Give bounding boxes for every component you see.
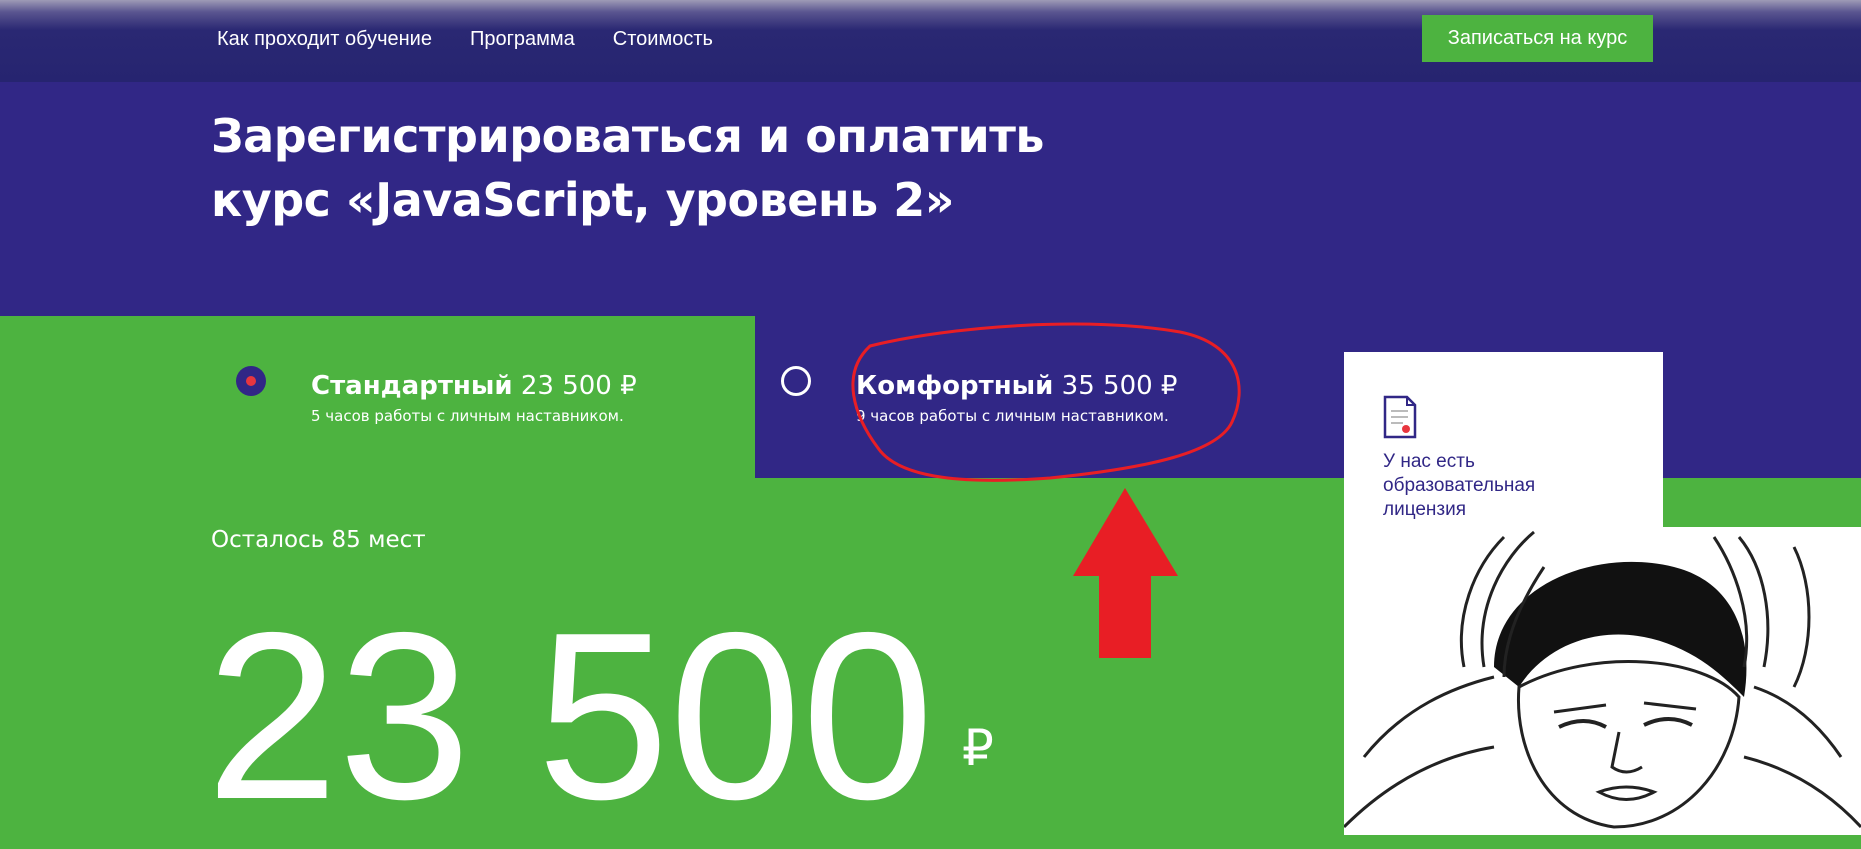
document-icon bbox=[1383, 395, 1417, 439]
tariff-standard-description: 5 часов работы с личным наставником. bbox=[311, 407, 624, 425]
annotation-arrow-up-icon bbox=[1073, 488, 1178, 658]
nav-link-how-it-works[interactable]: Как проходит обучение bbox=[217, 27, 432, 51]
price-value: 23 500 bbox=[206, 584, 934, 849]
tariff-standard-name: Стандартный bbox=[311, 371, 513, 401]
main-nav: Как проходит обучение Программа Стоимост… bbox=[217, 27, 751, 51]
page-title-line-2: курс «JavaScript, уровень 2» bbox=[211, 173, 955, 227]
license-card: У нас есть образовательная лицензия bbox=[1344, 352, 1663, 542]
page-title-line-1: Зарегистрироваться и оплатить bbox=[211, 109, 1044, 163]
nav-link-program[interactable]: Программа bbox=[470, 27, 575, 51]
tariff-comfort-name: Комфортный bbox=[856, 371, 1054, 401]
tariff-standard-price: 23 500 ₽ bbox=[520, 371, 637, 401]
tariff-comfort-title[interactable]: Комфортный 35 500 ₽ bbox=[856, 370, 1177, 402]
meme-image bbox=[1344, 527, 1861, 835]
page-title: Зарегистрироваться и оплатить курс «Java… bbox=[211, 104, 1161, 232]
tariff-standard-radio[interactable] bbox=[236, 366, 266, 396]
price-currency: ₽ bbox=[962, 719, 994, 777]
tariff-standard-title[interactable]: Стандартный 23 500 ₽ bbox=[311, 370, 637, 402]
enroll-button[interactable]: Записаться на курс bbox=[1422, 15, 1653, 62]
tariff-comfort-price: 35 500 ₽ bbox=[1061, 371, 1178, 401]
seats-left-label: Осталось 85 мест bbox=[211, 527, 426, 553]
top-navbar: Как проходит обучение Программа Стоимост… bbox=[0, 0, 1861, 82]
confused-face-drawing bbox=[1344, 527, 1861, 835]
tariff-comfort-description: 9 часов работы с личным наставником. bbox=[856, 407, 1169, 425]
license-text: У нас есть образовательная лицензия bbox=[1383, 451, 1536, 520]
nav-link-cost[interactable]: Стоимость bbox=[613, 27, 713, 51]
hero-section: Зарегистрироваться и оплатить курс «Java… bbox=[0, 82, 1861, 316]
radio-selected-dot bbox=[246, 376, 256, 386]
tariff-comfort-radio[interactable] bbox=[781, 366, 811, 396]
